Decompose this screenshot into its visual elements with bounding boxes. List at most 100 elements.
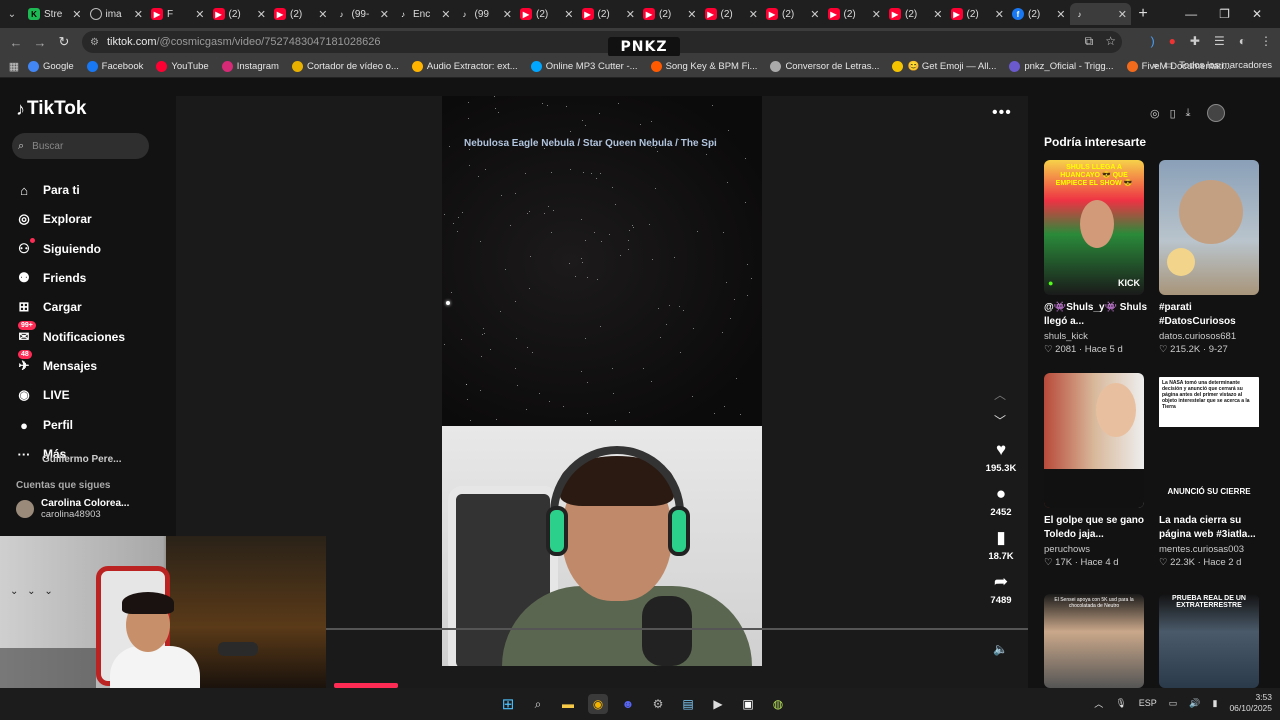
close-tab-icon[interactable]: ✕ <box>441 8 450 21</box>
close-tab-icon[interactable]: ✕ <box>380 8 389 21</box>
site-info-icon[interactable]: ⚙ <box>90 37 99 48</box>
browser-tab[interactable]: ▶ (2) ✕ <box>270 3 332 25</box>
tiktok-logo[interactable]: ♪ TikTok <box>16 98 86 120</box>
close-tab-icon[interactable]: ✕ <box>1118 8 1127 21</box>
search-input[interactable]: ⌕ Buscar <box>12 133 149 159</box>
close-window-icon[interactable]: ✕ <box>1252 7 1262 21</box>
chevron-up-icon[interactable]: ︿ <box>1094 697 1103 710</box>
recommended-video-card[interactable]: #parati #DatosCuriosos datos.curiosos681… <box>1159 160 1263 355</box>
nav-item-live[interactable]: ◉ LIVE <box>16 385 69 405</box>
bookmark-item[interactable]: Google <box>28 61 74 72</box>
browser-tab[interactable]: ♪ Enc ✕ <box>393 3 455 25</box>
close-tab-icon[interactable]: ✕ <box>195 8 204 21</box>
browser-tab[interactable]: ▶ (2) ✕ <box>947 3 1009 25</box>
bookmark-star-icon[interactable]: ☆ <box>1105 34 1116 49</box>
all-bookmarks[interactable]: » ▭ Todos los marcadores <box>1153 60 1272 71</box>
file-explorer-icon[interactable]: ▬ <box>558 694 578 714</box>
browser-tab[interactable]: ▶ (2) ✕ <box>762 3 824 25</box>
close-tab-icon[interactable]: ✕ <box>318 8 327 21</box>
close-tab-icon[interactable]: ✕ <box>810 8 819 21</box>
close-tab-icon[interactable]: ✕ <box>134 8 143 21</box>
bookmark-item[interactable]: pnkz_Oficial - Trigg... <box>1009 61 1114 72</box>
bookmark-item[interactable]: Online MP3 Cutter -... <box>530 61 638 72</box>
chrome-menu-icon[interactable]: ⋮ <box>1260 34 1272 48</box>
capcut-icon[interactable]: ▣ <box>738 694 758 714</box>
extension-icon[interactable]: ) <box>1151 34 1155 48</box>
nav-item-notificaciones[interactable]: ✉ 99+ Notificaciones <box>16 321 125 347</box>
network-icon[interactable]: ▭ <box>1169 698 1178 709</box>
forward-icon[interactable]: → <box>28 35 52 50</box>
install-app-icon[interactable]: ⧉ <box>1085 34 1094 49</box>
browser-tab[interactable]: ▶ (2) ✕ <box>885 3 947 25</box>
game-app-icon[interactable]: ◍ <box>768 694 788 714</box>
bookmark-item[interactable]: Song Key & BPM Fi... <box>650 61 757 72</box>
volume-tray-icon[interactable]: 🔊 <box>1189 698 1200 709</box>
browser-tab[interactable]: ♪ (99- ✕ <box>332 3 394 25</box>
close-tab-icon[interactable]: ✕ <box>1056 8 1065 21</box>
browser-tab[interactable]: ▶ (2) ✕ <box>824 3 886 25</box>
apps-grid-icon[interactable]: ▦ <box>0 60 28 73</box>
like-button[interactable]: ♥ 195.3K <box>982 440 1020 474</box>
user-avatar[interactable] <box>1206 104 1225 122</box>
share-button[interactable]: ➦ 7489 <box>982 572 1020 606</box>
bookmark-item[interactable]: Facebook <box>86 61 143 72</box>
language-indicator[interactable]: ESP <box>1139 698 1157 708</box>
recommended-video-card[interactable]: La NASA tomó una determinante decisión y… <box>1159 373 1263 568</box>
close-tab-icon[interactable]: ✕ <box>503 8 512 21</box>
close-tab-icon[interactable]: ✕ <box>995 8 1004 21</box>
search-icon[interactable]: ⌕ <box>528 694 548 714</box>
following-account[interactable]: Carolina Colorea... carolina48903 <box>16 498 129 520</box>
microphone-tray-icon[interactable]: 🎙 <box>1115 698 1126 709</box>
browser-tab[interactable]: K Stre ✕ <box>24 3 86 25</box>
next-video-icon[interactable]: ﹀ <box>994 412 1006 429</box>
browser-tab[interactable]: ♪ ✕ <box>1069 3 1131 25</box>
close-tab-icon[interactable]: ✕ <box>257 8 266 21</box>
save-button[interactable]: ▮ 18.7K <box>982 528 1020 562</box>
media-player-icon[interactable]: ▶ <box>708 694 728 714</box>
browser-tab[interactable]: ▶ (2) ✕ <box>209 3 271 25</box>
browser-tab[interactable]: ▶ F ✕ <box>147 3 209 25</box>
close-tab-icon[interactable]: ✕ <box>933 8 942 21</box>
nav-item-siguiendo[interactable]: ⚇ Siguiendo <box>16 238 101 259</box>
nav-item-cargar[interactable]: ⊞ Cargar <box>16 297 82 317</box>
profile-avatar-icon[interactable]: ◐ <box>1239 34 1246 48</box>
nav-item-explorar[interactable]: ◎ Explorar <box>16 209 91 229</box>
browser-tab[interactable]: ima ✕ <box>86 3 148 25</box>
nav-item-friends[interactable]: ⚉ Friends <box>16 268 86 288</box>
close-tab-icon[interactable]: ✕ <box>687 8 696 21</box>
nav-item-para-ti[interactable]: ⌂ Para ti <box>16 180 80 200</box>
back-icon[interactable]: ← <box>4 35 28 50</box>
browser-tab[interactable]: f (2) ✕ <box>1008 3 1070 25</box>
nav-item-perfil[interactable]: ● Perfil <box>16 415 73 435</box>
minimize-icon[interactable]: — <box>1185 7 1197 21</box>
device-icon[interactable]: ▯ <box>1170 107 1176 120</box>
browser-tab[interactable]: ♪ (99 ✕ <box>455 3 517 25</box>
new-tab-button[interactable]: + <box>1131 5 1155 23</box>
address-bar[interactable]: ⚙ tiktok.com /@cosmicgasm/video/75274830… <box>82 31 1122 53</box>
close-tab-icon[interactable]: ✕ <box>564 8 573 21</box>
chrome-icon[interactable]: ◉ <box>588 694 608 714</box>
windows-start-icon[interactable]: ⊞ <box>498 694 518 714</box>
coin-icon[interactable]: ◎ <box>1150 107 1160 120</box>
browser-tab[interactable]: ▶ (2) ✕ <box>516 3 578 25</box>
bookmark-item[interactable]: Conversor de Letras... <box>770 61 879 72</box>
browser-tab[interactable]: ▶ (2) ✕ <box>701 3 763 25</box>
bookmark-item[interactable]: Instagram <box>221 61 279 72</box>
bookmark-item[interactable]: Cortador de vídeo o... <box>291 61 399 72</box>
previous-video-icon[interactable]: ︿ <box>994 386 1006 403</box>
recommended-video-card[interactable]: SHULS LLEGA A HUANCAYO 😎 QUE EMPIECE EL … <box>1044 160 1148 355</box>
bookmark-item[interactable]: Audio Extractor: ext... <box>411 61 518 72</box>
recommended-video-card[interactable]: El golpe que se gano Toledo jaja... peru… <box>1044 373 1148 568</box>
nav-item-mensajes[interactable]: ✈ 48 Mensajes <box>16 350 97 376</box>
clock[interactable]: 3:53 06/10/2025 <box>1229 692 1272 714</box>
video-progress-bar[interactable] <box>326 628 1028 630</box>
close-tab-icon[interactable]: ✕ <box>626 8 635 21</box>
download-icon[interactable]: ⤓ <box>1186 107 1191 120</box>
recommended-video-card[interactable]: PRUEBA REAL DE UN EXTRATERRESTRE <box>1159 594 1263 688</box>
settings-app-icon[interactable]: ⚙ <box>648 694 668 714</box>
following-account-partial[interactable]: Guillermo Pere... <box>42 454 121 465</box>
reload-icon[interactable]: ↻ <box>52 34 76 50</box>
bookmark-item[interactable]: YouTube <box>156 61 209 72</box>
browser-tab[interactable]: ▶ (2) ✕ <box>639 3 701 25</box>
reading-list-icon[interactable]: ☰ <box>1214 34 1225 48</box>
